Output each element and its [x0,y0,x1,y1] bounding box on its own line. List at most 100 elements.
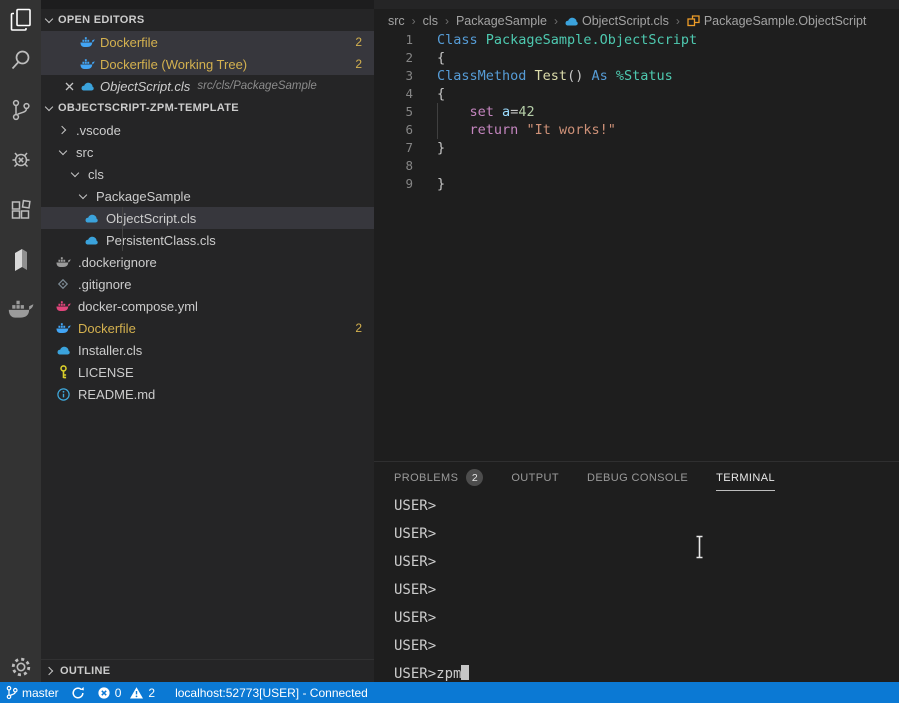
open-editors-label: OPEN EDITORS [58,14,145,26]
tree-item-packagesample[interactable]: PackageSample [41,185,374,207]
activity-source-control-icon[interactable] [0,88,41,132]
server-connection-item[interactable]: localhost:52773[USER] - Connected [169,682,374,703]
open-editors-section-header[interactable]: OPEN EDITORS [41,9,374,31]
breadcrumb-item[interactable]: cls [423,14,438,28]
panel-tab-terminal[interactable]: TERMINAL [716,472,775,491]
code-line[interactable]: 7} [374,139,899,157]
class-file-icon [83,232,99,248]
chevron-down-icon [45,102,53,110]
breadcrumb-separator: › [412,14,416,28]
tree-item-cls[interactable]: cls [41,163,374,185]
terminal-line: USER> [394,492,884,520]
line-number: 7 [374,139,413,157]
activity-docker-icon[interactable] [0,287,41,331]
tree-item-dockerfile[interactable]: Dockerfile2 [41,317,374,339]
breadcrumb-separator: › [676,14,680,28]
tree-item--dockerignore[interactable]: .dockerignore [41,251,374,273]
terminal-cursor [461,665,469,680]
class-icon [565,17,578,26]
panel-tab-problems[interactable]: PROBLEMS2 [394,469,483,493]
workspace-section-header[interactable]: OBJECTSCRIPT-ZPM-TEMPLATE [41,97,374,119]
sync-item[interactable] [65,682,91,703]
breadcrumb-item[interactable]: src [388,14,405,28]
breadcrumb: src›cls›PackageSample›ObjectScript.cls›P… [388,10,899,32]
explorer-sidebar: OPEN EDITORS Dockerfile2 Dockerfile (Wor… [41,0,374,682]
class-file-icon [79,78,95,94]
code-line[interactable]: 3 ClassMethod Test() As %Status [374,67,899,85]
activity-debug-icon[interactable] [0,137,41,181]
outline-section-header[interactable]: OUTLINE [41,659,374,682]
tree-item-label: PackageSample [96,189,191,204]
code-line[interactable]: 8 [374,157,899,175]
open-editors-list: Dockerfile2 Dockerfile (Working Tree)2Ob… [41,31,374,97]
sync-icon [71,686,85,700]
open-editor-item[interactable]: Dockerfile2 [41,31,374,53]
open-editor-label: ObjectScript.cls [100,79,190,94]
activity-search-icon[interactable] [0,38,41,82]
breadcrumb-item[interactable]: ObjectScript.cls [565,14,669,28]
activity-intersystems-icon[interactable] [0,238,41,282]
panel-tab-label: TERMINAL [716,472,775,484]
chevron-down-icon [75,195,91,198]
mouse-cursor-ibeam [694,535,706,559]
panel-tab-output[interactable]: OUTPUT [511,472,559,491]
tree-item-label: docker-compose.yml [78,299,198,314]
code-text: } [437,175,445,193]
panel-tab-label: PROBLEMS [394,472,458,484]
line-number: 3 [374,67,413,85]
open-editor-label: Dockerfile (Working Tree) [100,57,247,72]
code-line[interactable]: 5 set a=42 [374,103,899,121]
branch-name: master [22,686,59,700]
tree-item-installer-cls[interactable]: Installer.cls [41,339,374,361]
chevron-down-icon [55,151,71,154]
close-icon[interactable] [61,78,77,94]
git-branch-item[interactable]: master [0,682,65,703]
code-line[interactable]: 2{ [374,49,899,67]
breadcrumb-separator: › [445,14,449,28]
problems-item[interactable]: 0 2 [91,682,161,703]
tree-item-license[interactable]: LICENSE [41,361,374,383]
editor-tab-strip [374,0,899,9]
tree-item-objectscript-cls[interactable]: ObjectScript.cls [41,207,374,229]
code-line[interactable]: 4{ [374,85,899,103]
code-line[interactable]: 1Class PackageSample.ObjectScript [374,31,899,49]
tree-item-persistentclass-cls[interactable]: PersistentClass.cls [41,229,374,251]
activity-explorer-icon[interactable] [0,0,41,42]
tree-item-label: LICENSE [78,365,134,380]
tree-item-label: src [76,145,93,160]
tree-item-src[interactable]: src [41,141,374,163]
breadcrumb-item[interactable]: PackageSample [456,14,547,28]
key-file-icon [55,364,71,380]
tree-item-label: README.md [78,387,155,402]
panel-tab-debug-console[interactable]: DEBUG CONSOLE [587,472,688,491]
breadcrumb-label: PackageSample [456,14,547,28]
line-number: 5 [374,103,413,121]
tree-item-readme-md[interactable]: README.md [41,383,374,405]
open-editor-description: src/cls/PackageSample [197,80,317,92]
whale-pink-file-icon [55,298,71,314]
tree-item--gitignore[interactable]: .gitignore [41,273,374,295]
open-editor-label: Dockerfile [100,35,158,50]
breadcrumb-item[interactable]: PackageSample.ObjectScript [687,14,867,28]
bottom-panel: PROBLEMS2 OUTPUT DEBUG CONSOLE TERMINAL USE… [374,461,899,682]
tree-item-label: .gitignore [78,277,131,292]
chevron-down-icon [45,14,53,22]
code-line[interactable]: 9} [374,175,899,193]
tree-item-docker-compose-yml[interactable]: docker-compose.yml [41,295,374,317]
open-editor-item[interactable]: ObjectScript.cls src/cls/PackageSample [41,75,374,97]
code-area[interactable]: 1Class PackageSample.ObjectScript2{3 Clas… [374,31,899,193]
code-text: ClassMethod Test() As %Status [437,67,673,85]
open-editor-item[interactable]: Dockerfile (Working Tree)2 [41,53,374,75]
diamond-file-icon [55,276,71,292]
tree-item-label: Installer.cls [78,343,142,358]
activity-extensions-icon[interactable] [0,188,41,232]
tree-item--vscode[interactable]: .vscode [41,119,374,141]
terminal-output[interactable]: USER>USER>USER>USER>USER>USER>USER>zpm [394,492,884,688]
sidebar-title-strip [41,0,374,9]
warning-icon [129,686,144,700]
class-file-icon [55,342,71,358]
code-line[interactable]: 6 return "It works!" [374,121,899,139]
whale-gray-file-icon [55,254,71,270]
editor-group[interactable]: src›cls›PackageSample›ObjectScript.cls›P… [374,0,899,461]
tree-indent-guide [122,207,123,251]
